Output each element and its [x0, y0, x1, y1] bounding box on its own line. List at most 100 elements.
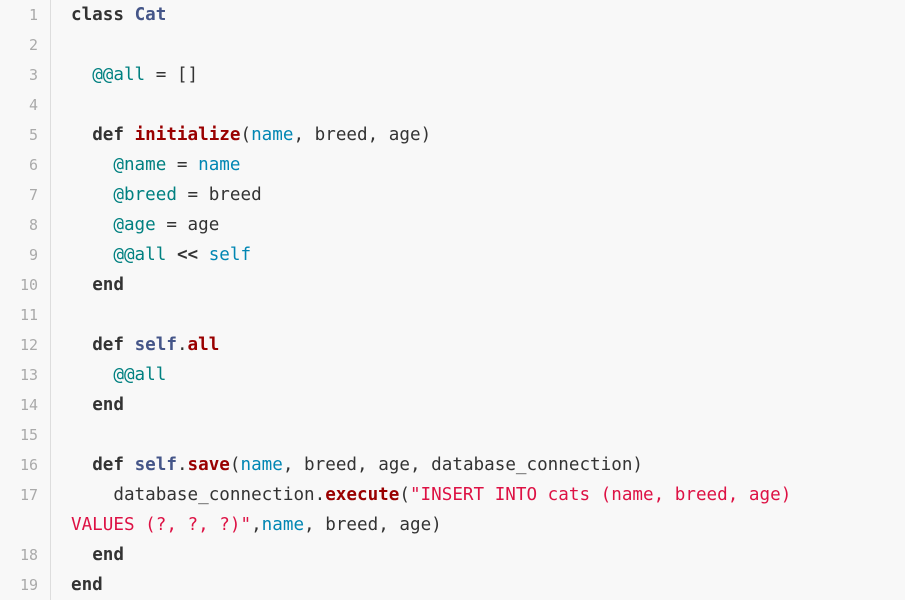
operator-token: <<: [176, 245, 199, 265]
keyword-token: def: [92, 455, 124, 475]
code-line: 9 @@all << self: [0, 240, 905, 270]
self-token: self: [134, 335, 177, 355]
code-text-wrapped: VALUES (?, ?, ?)",name, breed, age): [71, 510, 442, 540]
plain-token: (: [229, 455, 241, 475]
keyword-token: end: [92, 395, 124, 415]
code-line: 10 end: [0, 270, 905, 300]
class-variable-token: @@all: [113, 245, 167, 265]
code-line: 17 database_connection.execute("INSERT I…: [0, 480, 905, 540]
code-line: 16 def self.save(name, breed, age, datab…: [0, 450, 905, 480]
indent-token: [71, 365, 113, 385]
code-line: 13 @@all: [0, 360, 905, 390]
line-number: 18: [19, 546, 38, 564]
code-text: def self.all: [71, 330, 219, 360]
indent-token: [71, 335, 92, 355]
code-line: 7 @breed = breed: [0, 180, 905, 210]
parameter-token: name: [251, 125, 294, 145]
parameter-token: name: [198, 155, 241, 175]
line-number: 4: [28, 96, 38, 114]
code-line: 15: [0, 420, 905, 450]
indent-token: [71, 395, 92, 415]
method-name-token: execute: [325, 485, 400, 505]
plain-token: = breed: [176, 185, 262, 205]
code-text: def initialize(name, breed, age): [71, 120, 431, 150]
code-line: 2: [0, 30, 905, 60]
indent-token: [71, 455, 92, 475]
code-text: def self.save(name, breed, age, database…: [71, 450, 643, 480]
self-token: self: [208, 245, 252, 265]
plain-token: database_connection.: [71, 485, 326, 505]
keyword-token: end: [92, 545, 124, 565]
code-line: 4: [0, 90, 905, 120]
code-lines: 1 class Cat 2 3 @@all = [] 4 5 def initi…: [0, 0, 905, 600]
line-number: 15: [19, 426, 38, 444]
line-number: 9: [28, 246, 38, 264]
indent-token: [71, 545, 92, 565]
code-text: @age = age: [71, 210, 219, 240]
line-number: 12: [19, 336, 38, 354]
code-line: 18 end: [0, 540, 905, 570]
string-token: VALUES (?, ?, ?)": [71, 515, 252, 535]
line-number: 17: [19, 486, 38, 504]
code-line: 8 @age = age: [0, 210, 905, 240]
code-text: end: [71, 390, 124, 420]
line-number: 10: [19, 276, 38, 294]
code-line: 12 def self.all: [0, 330, 905, 360]
class-variable-token: @@all: [92, 65, 146, 85]
self-token: self: [134, 455, 177, 475]
code-line: 11: [0, 300, 905, 330]
instance-variable-token: @name: [113, 155, 167, 175]
string-token: "INSERT INTO cats (name, breed, age): [409, 485, 792, 505]
code-text: database_connection.execute("INSERT INTO…: [71, 480, 791, 510]
line-number: 14: [19, 396, 38, 414]
instance-variable-token: @age: [113, 215, 156, 235]
code-line: 5 def initialize(name, breed, age): [0, 120, 905, 150]
indent-token: [71, 155, 113, 175]
line-number: 19: [19, 576, 38, 594]
line-number: 8: [28, 216, 38, 234]
plain-token: .: [176, 335, 188, 355]
keyword-token: def: [92, 335, 124, 355]
code-line: 19 end: [0, 570, 905, 600]
line-number: 13: [19, 366, 38, 384]
code-text: @name = name: [71, 150, 241, 180]
line-number: 16: [19, 456, 38, 474]
indent-token: [71, 65, 92, 85]
line-number: 1: [28, 6, 38, 24]
code-line: 1 class Cat: [0, 0, 905, 30]
plain-token: , breed, age, database_connection): [282, 455, 644, 475]
plain-token: =: [166, 155, 199, 175]
plain-token: , breed, age): [304, 515, 442, 535]
instance-variable-token: @breed: [113, 185, 177, 205]
class-name-token: Cat: [134, 5, 167, 25]
parameter-token: name: [240, 455, 283, 475]
code-text: end: [71, 540, 124, 570]
keyword-token: end: [71, 575, 103, 595]
indent-token: [71, 245, 113, 265]
code-text: @@all << self: [71, 240, 251, 270]
code-text: @@all: [71, 360, 166, 390]
line-number: 7: [28, 186, 38, 204]
method-name-token: all: [187, 335, 220, 355]
indent-token: [71, 215, 113, 235]
line-number: 11: [19, 306, 38, 324]
indent-token: [71, 275, 92, 295]
line-number: 2: [28, 36, 38, 54]
plain-token: = age: [155, 215, 220, 235]
code-line: 14 end: [0, 390, 905, 420]
method-name-token: save: [187, 455, 230, 475]
keyword-token: class: [71, 5, 124, 25]
line-number: 3: [28, 66, 38, 84]
code-editor[interactable]: 1 class Cat 2 3 @@all = [] 4 5 def initi…: [0, 0, 905, 600]
code-text: end: [71, 270, 124, 300]
keyword-token: end: [92, 275, 124, 295]
code-text: @breed = breed: [71, 180, 262, 210]
code-text: class Cat: [71, 0, 166, 30]
indent-token: [71, 125, 92, 145]
code-text: end: [71, 570, 103, 600]
